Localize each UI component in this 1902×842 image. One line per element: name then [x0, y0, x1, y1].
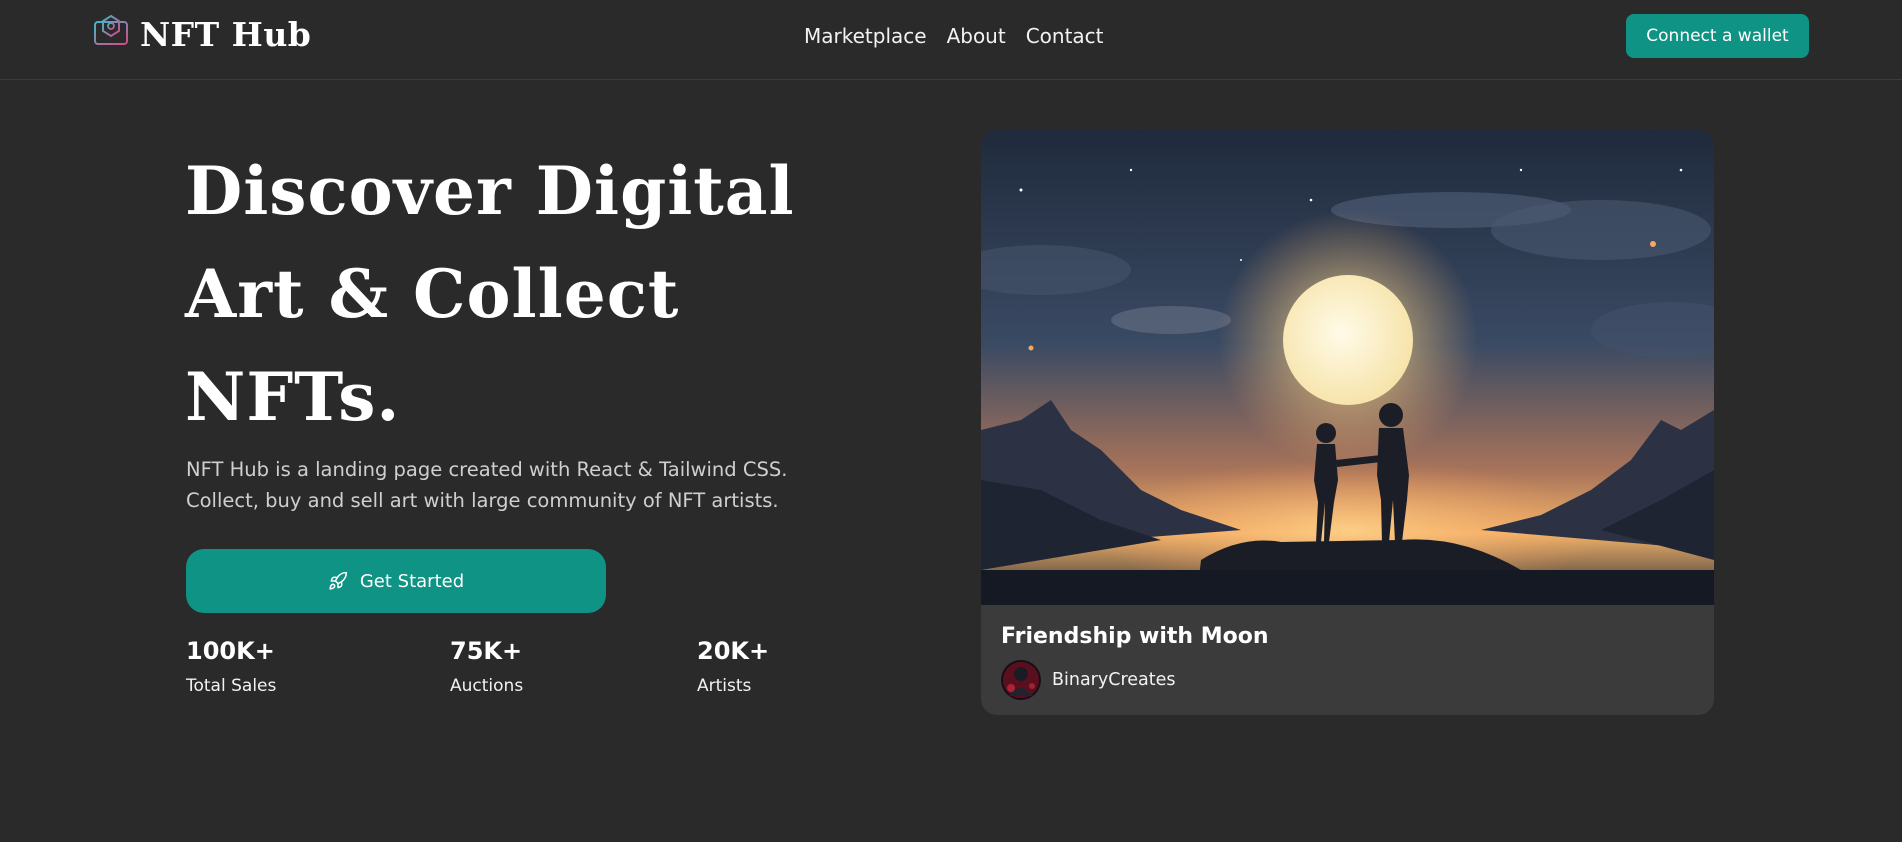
nav-about-link[interactable]: About [947, 24, 1006, 48]
stat-label: Total Sales [186, 676, 277, 696]
stat-label: Auctions [450, 676, 524, 696]
artist-avatar [1001, 660, 1041, 700]
hero-description-line: NFT Hub is a landing page created with R… [186, 458, 788, 481]
stat-auctions: 75K+ Auctions [450, 636, 523, 696]
connect-wallet-button[interactable]: Connect a wallet [1626, 14, 1809, 58]
stat-value: 100K+ [186, 637, 275, 665]
brand-name: NFT Hub [140, 14, 312, 54]
nft-title: Friendship with Moon [1001, 624, 1269, 649]
featured-nft-card[interactable]: Friendship with Moon BinaryCreates [981, 130, 1714, 715]
get-started-label: Get Started [359, 570, 465, 592]
hero-title-line: Art & Collect [185, 255, 680, 333]
stat-label: Artists [697, 676, 752, 696]
hero-title-line: Discover Digital [185, 152, 795, 230]
nav-marketplace-link[interactable]: Marketplace [804, 24, 927, 48]
get-started-button[interactable]: Get Started [186, 549, 606, 613]
site-header: NFT Hub Marketplace About Contact Connec… [0, 0, 1902, 80]
stat-value: 75K+ [450, 637, 523, 665]
hero-description-line: Collect, buy and sell art with large com… [186, 489, 779, 512]
stat-value: 20K+ [697, 637, 770, 665]
hero-title: Discover Digital Art & Collect NFTs. [185, 140, 825, 449]
nft-artist[interactable]: BinaryCreates [1001, 660, 1176, 700]
monitor-logo-icon [94, 14, 128, 52]
brand-logo[interactable]: NFT Hub [92, 14, 311, 54]
main-nav: Marketplace About Contact [804, 24, 1104, 48]
nft-artwork-image [981, 130, 1714, 605]
stat-artists: 20K+ Artists [697, 636, 769, 696]
hero-description: NFT Hub is a landing page created with R… [186, 454, 826, 516]
hero-title-line: NFTs. [185, 358, 401, 436]
stat-total-sales: 100K+ Total Sales [186, 636, 276, 696]
rocket-icon [329, 571, 347, 590]
artist-name: BinaryCreates [1052, 670, 1176, 690]
nav-contact-link[interactable]: Contact [1026, 24, 1104, 48]
